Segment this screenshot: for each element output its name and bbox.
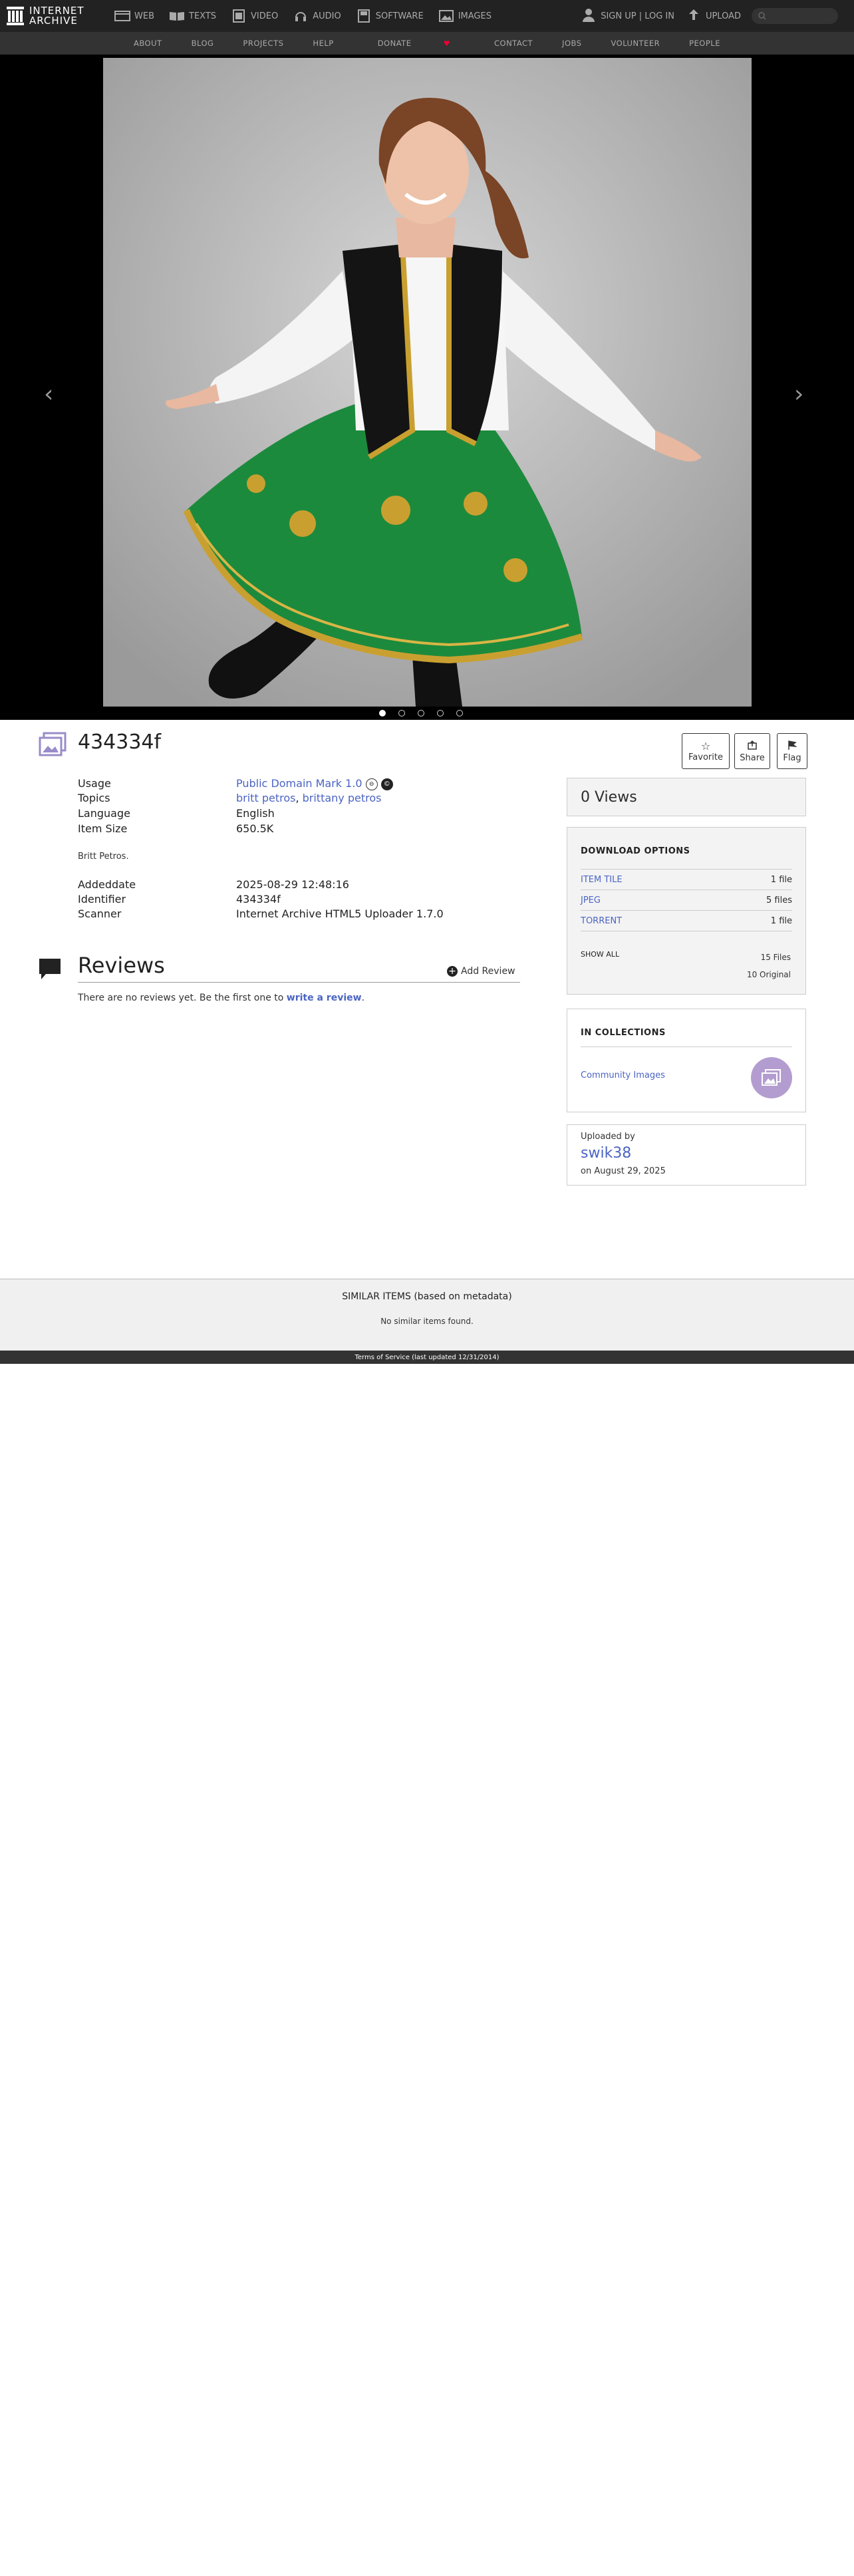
nav-software[interactable]: SOFTWARE bbox=[356, 9, 424, 23]
nav-video[interactable]: VIDEO bbox=[231, 9, 278, 23]
internet-archive-logo[interactable]: INTERNET ARCHIVE bbox=[7, 6, 106, 26]
user-icon bbox=[582, 7, 595, 25]
slide-dot-2[interactable] bbox=[398, 710, 405, 717]
language-link[interactable]: English bbox=[236, 807, 275, 820]
upload-button[interactable]: UPLOAD bbox=[687, 0, 741, 32]
uploader-link[interactable]: swik38 bbox=[581, 1145, 631, 1162]
collections-divider bbox=[581, 1046, 792, 1047]
terms-link[interactable]: Terms of Service (last updated 12/31/201… bbox=[355, 1354, 499, 1361]
license-link[interactable]: Public Domain Mark 1.0 bbox=[236, 777, 362, 790]
subnav-help[interactable]: HELP bbox=[313, 39, 333, 48]
flag-icon bbox=[787, 740, 797, 753]
top-nav: INTERNET ARCHIVE WEB TEXTS VIDEO AUDIO S… bbox=[0, 0, 854, 32]
upload-icon bbox=[687, 8, 700, 24]
download-link-item-tile[interactable]: ITEM TILE bbox=[581, 875, 623, 885]
texts-icon bbox=[169, 9, 185, 23]
download-options: DOWNLOAD OPTIONS ITEM TILE 1 file JPEG 5… bbox=[567, 827, 806, 995]
share-icon bbox=[747, 740, 758, 753]
download-torrent: TORRENT 1 file bbox=[581, 910, 792, 931]
upload-date: on August 29, 2025 bbox=[581, 1166, 666, 1176]
nav-images[interactable]: IMAGES bbox=[438, 9, 492, 23]
slide-dot-4[interactable] bbox=[437, 710, 444, 717]
share-button[interactable]: Share bbox=[734, 733, 770, 769]
subnav-donate[interactable]: DONATE ♥ bbox=[363, 39, 465, 48]
page-title: 434334f bbox=[78, 730, 162, 754]
similar-items: SIMILAR ITEMS (based on metadata) No sim… bbox=[0, 1279, 854, 1351]
footer: Terms of Service (last updated 12/31/201… bbox=[0, 1351, 854, 1364]
slide-dots bbox=[379, 710, 476, 717]
collection-badge[interactable] bbox=[751, 1057, 792, 1098]
images-icon bbox=[438, 9, 454, 23]
reviews-title: Reviews bbox=[78, 953, 165, 978]
search-input[interactable] bbox=[752, 8, 838, 24]
download-item-tile: ITEM TILE 1 file bbox=[581, 869, 792, 889]
slide-dot-3[interactable] bbox=[418, 710, 424, 717]
cc-zero-icon: ⊖ bbox=[365, 778, 378, 790]
similar-items-title: SIMILAR ITEMS (based on metadata) bbox=[342, 1291, 512, 1302]
cc-pd-icon: © bbox=[380, 778, 393, 790]
media-nav: WEB TEXTS VIDEO AUDIO SOFTWARE IMAGES bbox=[114, 9, 506, 23]
plus-circle-icon: + bbox=[447, 966, 458, 977]
add-review-button[interactable]: + Add Review bbox=[447, 966, 515, 977]
subnav-jobs[interactable]: JOBS bbox=[562, 39, 581, 48]
download-link-jpeg[interactable]: JPEG bbox=[581, 895, 601, 905]
nav-audio[interactable]: AUDIO bbox=[293, 9, 341, 23]
download-jpeg: JPEG 5 files bbox=[581, 889, 792, 910]
subnav-blog[interactable]: BLOG bbox=[192, 39, 214, 48]
web-icon bbox=[114, 9, 130, 23]
original-files: 10 Original bbox=[746, 970, 791, 979]
nav-web[interactable]: WEB bbox=[114, 9, 154, 23]
next-image-chevron-icon[interactable]: › bbox=[794, 381, 803, 408]
views-count: 0 Views bbox=[567, 778, 806, 816]
prev-image-chevron-icon[interactable]: ‹ bbox=[44, 381, 53, 408]
nav-texts[interactable]: TEXTS bbox=[169, 9, 216, 23]
slide-dot-5[interactable] bbox=[456, 710, 463, 717]
collection-image-icon bbox=[762, 1069, 781, 1086]
image-theater: ‹ › bbox=[0, 55, 854, 720]
heart-icon: ♥ bbox=[443, 39, 450, 48]
image-item-icon bbox=[39, 732, 67, 756]
show-all-link[interactable]: SHOW ALL bbox=[581, 950, 619, 959]
software-icon bbox=[356, 9, 372, 23]
topic-link-1[interactable]: britt petros bbox=[236, 792, 295, 804]
dancer-photo-illustration bbox=[103, 58, 752, 707]
in-collections: IN COLLECTIONS Community Images bbox=[567, 1009, 806, 1112]
audio-icon bbox=[293, 9, 309, 23]
sign-up-log-in[interactable]: SIGN UP | LOG IN bbox=[582, 0, 674, 32]
total-files: 15 Files bbox=[760, 953, 791, 962]
uploader-box: Uploaded by swik38 on August 29, 2025 bbox=[567, 1124, 806, 1186]
subnav-about[interactable]: ABOUT bbox=[134, 39, 162, 48]
favorite-button[interactable]: ☆ Favorite bbox=[682, 733, 730, 769]
star-icon: ☆ bbox=[700, 740, 711, 752]
slide-dot-1[interactable] bbox=[379, 710, 386, 717]
reviews-divider bbox=[78, 982, 520, 983]
logo-text: INTERNET ARCHIVE bbox=[29, 5, 84, 27]
uploaded-by-label: Uploaded by bbox=[581, 1132, 635, 1142]
reviews-speech-bubble-icon bbox=[39, 959, 61, 979]
item-description: Britt Petros. bbox=[78, 852, 129, 862]
subnav-volunteer[interactable]: VOLUNTEER bbox=[611, 39, 660, 48]
collection-link[interactable]: Community Images bbox=[581, 1070, 665, 1080]
write-review-link[interactable]: write a review bbox=[287, 993, 362, 1003]
archive-building-icon bbox=[7, 7, 24, 25]
collections-title: IN COLLECTIONS bbox=[581, 1028, 666, 1038]
download-options-title: DOWNLOAD OPTIONS bbox=[581, 846, 690, 856]
flag-button[interactable]: Flag bbox=[777, 733, 807, 769]
topic-link-2[interactable]: brittany petros bbox=[303, 792, 382, 804]
no-similar-items: No similar items found. bbox=[380, 1317, 474, 1326]
subnav-people[interactable]: PEOPLE bbox=[689, 39, 720, 48]
item-photo[interactable] bbox=[103, 58, 752, 707]
search-icon bbox=[758, 10, 766, 23]
subnav-projects[interactable]: PROJECTS bbox=[243, 39, 283, 48]
no-reviews-text: There are no reviews yet. Be the first o… bbox=[78, 993, 365, 1003]
video-icon bbox=[231, 9, 247, 23]
subnav-contact[interactable]: CONTACT bbox=[494, 39, 533, 48]
download-link-torrent[interactable]: TORRENT bbox=[581, 916, 622, 926]
sub-nav: ABOUT BLOG PROJECTS HELP DONATE ♥ CONTAC… bbox=[0, 32, 854, 55]
